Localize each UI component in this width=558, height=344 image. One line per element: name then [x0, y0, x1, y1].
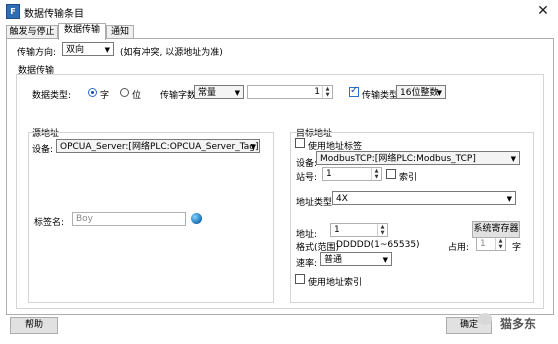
- occupy-unit: 字: [512, 243, 522, 253]
- direction-note: (如有冲突, 以源地址为准): [120, 48, 223, 58]
- spin-arrows-icon[interactable]: ▲ ▼: [371, 168, 381, 180]
- title-bar: F 数据传输条目 ✕: [0, 0, 558, 22]
- occupy-label: 占用:: [448, 243, 470, 253]
- app-icon: F: [6, 4, 20, 19]
- tag-name-label: 标签名:: [34, 218, 65, 228]
- direction-select[interactable]: 双向 ▼: [62, 42, 114, 56]
- chevron-down-icon: ▼: [506, 195, 512, 203]
- format-value: DDDDD(1~65535): [336, 240, 420, 250]
- tab-data-transfer[interactable]: 数据传输: [58, 23, 106, 40]
- occupy-stepper: 1 ▲ ▼: [476, 237, 506, 251]
- wechat-icon: [478, 313, 492, 325]
- source-device-value: OPCUA_Server:[网络PLC:OPCUA_Server_Tag]: [60, 142, 259, 152]
- address-type-select[interactable]: 4X ▼: [332, 191, 516, 205]
- address-value: 1: [334, 225, 340, 235]
- target-device-label: 设备:: [296, 159, 318, 169]
- source-device-label: 设备:: [32, 145, 54, 155]
- occupy-value: 1: [480, 239, 486, 249]
- station-value: 1: [326, 169, 332, 179]
- source-device-select[interactable]: OPCUA_Server:[网络PLC:OPCUA_Server_Tag] ▼: [56, 139, 260, 153]
- chevron-down-icon: ▼: [382, 256, 388, 264]
- rate-value: 普通: [324, 255, 343, 265]
- radio-bit[interactable]: [120, 88, 129, 97]
- address-type-value: 4X: [336, 194, 348, 204]
- watermark-text: 猫多东: [500, 317, 537, 331]
- chevron-down-icon: ▼: [104, 46, 110, 54]
- station-label: 站号:: [296, 173, 318, 183]
- transfer-type-value: 16位整数: [400, 88, 439, 98]
- tag-name-input[interactable]: Boy: [72, 212, 186, 226]
- use-address-index-checkbox[interactable]: [295, 274, 305, 284]
- station-stepper[interactable]: 1 ▲ ▼: [322, 167, 382, 181]
- rate-label: 速率:: [296, 259, 318, 269]
- index-checkbox[interactable]: [386, 169, 396, 179]
- globe-browse-icon[interactable]: [191, 213, 202, 224]
- address-label: 地址:: [296, 230, 318, 240]
- tab-notify[interactable]: 通知: [106, 25, 134, 39]
- spin-arrows-icon[interactable]: ▲ ▼: [377, 224, 387, 236]
- word-count-stepper[interactable]: 1 ▲ ▼: [247, 85, 333, 99]
- word-count-label: 传输字数: [160, 91, 197, 101]
- word-count-mode-select[interactable]: 常量 ▼: [194, 85, 244, 99]
- transfer-type-label: 传输类型: [362, 91, 399, 101]
- transfer-type-checkbox[interactable]: [349, 85, 359, 97]
- spin-arrows-icon[interactable]: ▲ ▼: [322, 86, 332, 98]
- window-title: 数据传输条目: [24, 9, 84, 20]
- index-label: 索引: [399, 173, 418, 183]
- radio-word[interactable]: [88, 88, 97, 97]
- radio-bit-label: 位: [132, 91, 142, 101]
- data-type-label: 数据类型:: [32, 91, 72, 101]
- spin-arrows-icon: ▲ ▼: [495, 238, 505, 250]
- use-address-tag-checkbox[interactable]: [295, 138, 305, 148]
- tag-name-value: Boy: [76, 214, 94, 224]
- chevron-down-icon: ▼: [234, 89, 240, 97]
- direction-label: 传输方向:: [17, 48, 57, 58]
- use-address-index-label: 使用地址索引: [308, 278, 363, 288]
- tab-trigger-stop[interactable]: 触发与停止: [6, 25, 58, 39]
- chevron-down-icon: ▼: [510, 155, 516, 163]
- address-stepper[interactable]: 1 ▲ ▼: [330, 223, 388, 237]
- radio-word-label: 字: [100, 91, 110, 101]
- target-device-value: ModbusTCP:[网络PLC:Modbus_TCP]: [320, 154, 476, 164]
- chevron-down-icon: ▼: [436, 89, 442, 97]
- direction-value: 双向: [66, 45, 85, 55]
- chevron-down-icon: ▼: [250, 143, 256, 151]
- system-register-button[interactable]: 系统寄存器: [472, 221, 520, 238]
- transfer-type-select[interactable]: 16位整数 ▼: [396, 85, 446, 99]
- word-count-value: 1: [314, 87, 320, 97]
- rate-select[interactable]: 普通 ▼: [320, 252, 392, 266]
- address-type-label: 地址类型:: [296, 198, 336, 208]
- close-icon[interactable]: ✕: [532, 1, 554, 21]
- help-button[interactable]: 帮助: [10, 317, 58, 334]
- target-device-select[interactable]: ModbusTCP:[网络PLC:Modbus_TCP] ▼: [316, 151, 520, 165]
- word-count-mode-value: 常量: [198, 88, 217, 98]
